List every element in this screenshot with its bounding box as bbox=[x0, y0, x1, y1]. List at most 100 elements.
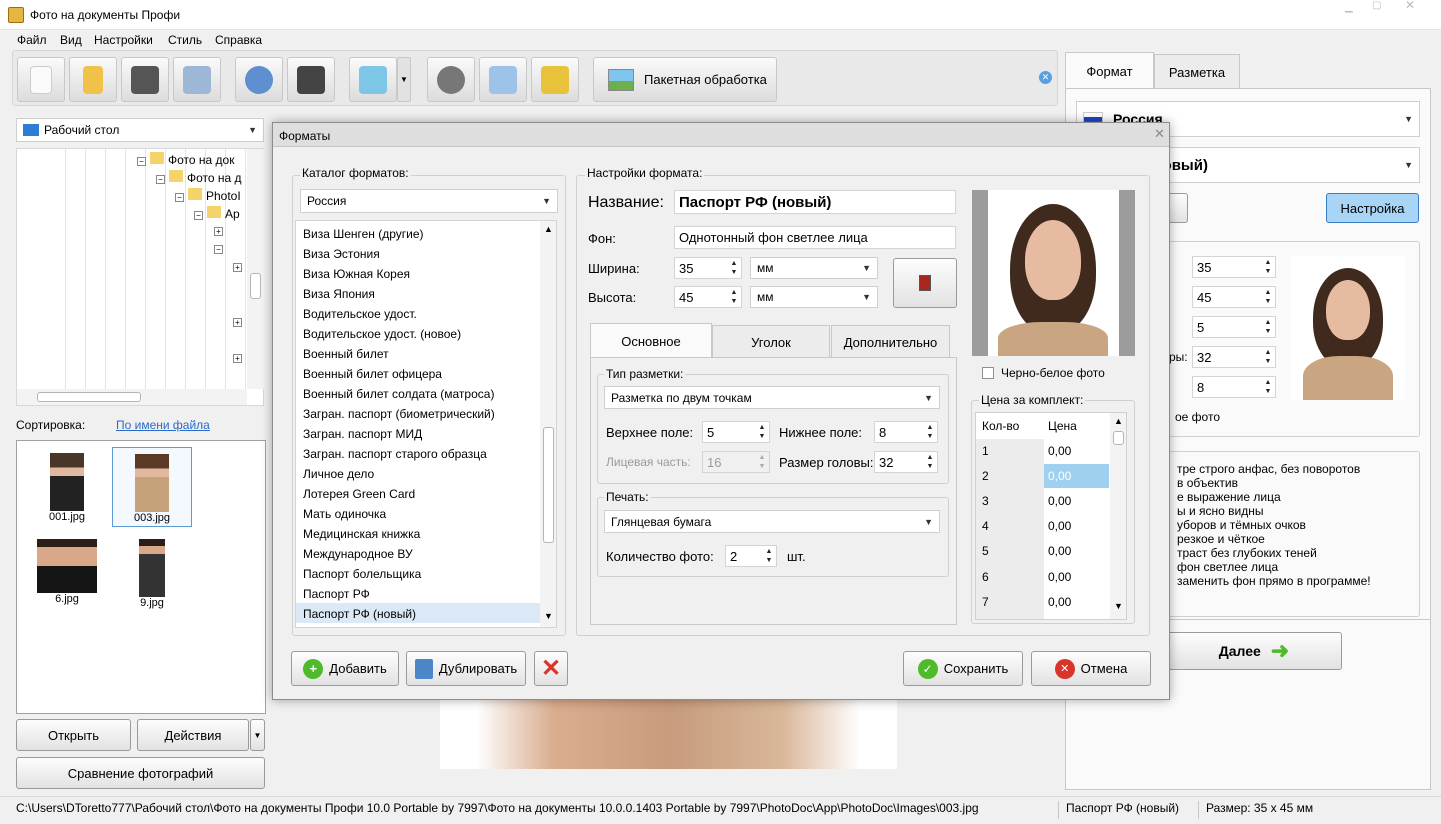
spinner-icon[interactable]: ▲ ▼ bbox=[764, 547, 774, 565]
scroll-thumb[interactable] bbox=[37, 392, 141, 402]
list-item[interactable]: Личное дело bbox=[303, 467, 374, 481]
open-file-button[interactable]: Открыть bbox=[16, 719, 131, 751]
tab-corner[interactable]: Уголок bbox=[712, 325, 830, 358]
spinner-icon[interactable]: ▲ ▼ bbox=[1263, 378, 1273, 396]
markup-type-select[interactable]: Разметка по двум точкам ▼ bbox=[604, 386, 940, 409]
list-item[interactable]: Паспорт болельщика bbox=[303, 567, 421, 581]
list-item[interactable]: Водительское удост. bbox=[303, 307, 417, 321]
compare-photos-button[interactable]: Сравнение фотографий bbox=[16, 757, 265, 789]
tree-vertical-scrollbar[interactable] bbox=[247, 149, 264, 389]
dialog-close-icon[interactable]: ✕ bbox=[1154, 126, 1165, 142]
background-field[interactable]: Однотонный фон светлее лица bbox=[674, 226, 956, 249]
list-item[interactable]: Загран. паспорт (биометрический) bbox=[303, 407, 495, 421]
batch-button[interactable]: Пакетная обработка bbox=[593, 57, 777, 102]
tree-horizontal-scrollbar[interactable] bbox=[17, 389, 247, 405]
file-item[interactable]: 9.jpg bbox=[112, 533, 192, 613]
catalog-country-select[interactable]: Россия ▼ bbox=[300, 189, 558, 213]
head-size-field[interactable]: 32 ▲ ▼ bbox=[874, 451, 938, 473]
tree-expander-icon[interactable]: + bbox=[233, 354, 242, 363]
width-field[interactable]: 35 ▲ ▼ bbox=[674, 257, 742, 279]
list-item[interactable]: Военный билет солдата (матроса) bbox=[303, 387, 494, 401]
scroll-up-icon[interactable]: ▲ bbox=[544, 224, 553, 234]
list-item[interactable]: Загран. паспорт старого образца bbox=[303, 447, 487, 461]
top-margin-field[interactable]: 5 ▲ ▼ bbox=[702, 421, 770, 443]
formats-list[interactable]: Виза Шенген (другие) Виза Эстония Виза Ю… bbox=[295, 220, 557, 628]
location-select[interactable]: Рабочий стол ▼ bbox=[16, 118, 264, 142]
spinner-icon[interactable]: ▲ ▼ bbox=[925, 423, 935, 441]
width-field[interactable]: 35 ▲ ▼ bbox=[1192, 256, 1276, 278]
person-button[interactable] bbox=[235, 57, 283, 102]
spinner-icon[interactable]: ▲ ▼ bbox=[1263, 258, 1273, 276]
tree-item[interactable]: − PhotoI bbox=[175, 188, 241, 203]
table-cell[interactable]: 0,00 bbox=[1048, 444, 1071, 458]
tree-item[interactable]: − Фото на док bbox=[137, 152, 234, 167]
film-button[interactable] bbox=[427, 57, 475, 102]
tab-format[interactable]: Формат bbox=[1065, 52, 1154, 89]
image-button[interactable] bbox=[349, 57, 397, 102]
tab-basic[interactable]: Основное bbox=[590, 323, 712, 358]
open-button[interactable] bbox=[69, 57, 117, 102]
sort-link[interactable]: По имени файла bbox=[116, 418, 210, 432]
menu-file[interactable]: Файл bbox=[17, 33, 47, 47]
table-cell[interactable]: 0,00 bbox=[1048, 570, 1071, 584]
list-item[interactable]: Виза Шенген (другие) bbox=[303, 227, 424, 241]
height-field[interactable]: 45 ▲ ▼ bbox=[674, 286, 742, 308]
toolbar-close-icon[interactable]: ✕ bbox=[1039, 71, 1052, 84]
width-unit-select[interactable]: мм ▼ bbox=[750, 257, 878, 279]
table-cell[interactable]: 0,00 bbox=[1048, 519, 1071, 533]
spinner-icon[interactable]: ▲ ▼ bbox=[757, 423, 767, 441]
list-item[interactable]: Виза Япония bbox=[303, 287, 375, 301]
price-scrollbar[interactable]: ▲ ▼ bbox=[1110, 413, 1126, 619]
close-icon[interactable]: ✕ bbox=[1405, 0, 1425, 12]
scroll-down-icon[interactable]: ▼ bbox=[1114, 601, 1123, 611]
list-item[interactable]: Военный билет офицера bbox=[303, 367, 442, 381]
table-cell[interactable]: 0,00 bbox=[1048, 469, 1071, 483]
height-unit-select[interactable]: мм ▼ bbox=[750, 286, 878, 308]
tree-item[interactable]: − Фото на д bbox=[156, 170, 242, 185]
list-item[interactable]: Медицинская книжка bbox=[303, 527, 420, 541]
cancel-button[interactable]: ✕ Отмена bbox=[1031, 651, 1151, 686]
tree-expander-icon[interactable]: + bbox=[233, 318, 242, 327]
actions-dropdown[interactable]: ▼ bbox=[250, 719, 265, 751]
tab-markup[interactable]: Разметка bbox=[1154, 54, 1240, 89]
spinner-icon[interactable]: ▲ ▼ bbox=[729, 288, 739, 306]
menu-help[interactable]: Справка bbox=[215, 33, 262, 47]
menu-settings[interactable]: Настройки bbox=[94, 33, 153, 47]
next-button[interactable]: Далее ➜ bbox=[1166, 632, 1342, 670]
head-size-field[interactable]: 32 ▲ ▼ bbox=[1192, 346, 1276, 368]
name-field[interactable]: Паспорт РФ (новый) bbox=[674, 190, 956, 214]
list-item[interactable]: Загран. паспорт МИД bbox=[303, 427, 422, 441]
cart-button[interactable] bbox=[531, 57, 579, 102]
list-item[interactable]: Международное ВУ bbox=[303, 547, 413, 561]
file-item[interactable]: 6.jpg bbox=[27, 533, 107, 613]
photo-count-field[interactable]: 2 ▲ ▼ bbox=[725, 545, 777, 567]
price-table[interactable]: Кол-во Цена 1 0,00 2 0,00 3 0,00 4 0,00 … bbox=[975, 412, 1127, 620]
tab-additional[interactable]: Дополнительно bbox=[831, 325, 950, 358]
actions-button[interactable]: Действия bbox=[137, 719, 249, 751]
delete-button[interactable]: ✕ bbox=[534, 651, 568, 686]
minimize-icon[interactable]: ▁ bbox=[1345, 2, 1365, 13]
file-item[interactable]: 001.jpg bbox=[27, 447, 107, 527]
save-format-button[interactable]: ✓ Сохранить bbox=[903, 651, 1023, 686]
scroll-thumb[interactable] bbox=[543, 427, 554, 543]
list-item[interactable]: Виза Эстония bbox=[303, 247, 380, 261]
spinner-icon[interactable]: ▲ ▼ bbox=[1263, 288, 1273, 306]
template-button[interactable] bbox=[893, 258, 957, 308]
top-margin-field[interactable]: 5 ▲ ▼ bbox=[1192, 316, 1276, 338]
height-field[interactable]: 45 ▲ ▼ bbox=[1192, 286, 1276, 308]
table-cell[interactable]: 0,00 bbox=[1048, 595, 1071, 609]
menu-style[interactable]: Стиль bbox=[168, 33, 202, 47]
list-item[interactable]: Военный билет bbox=[303, 347, 389, 361]
list-scrollbar[interactable]: ▲ ▼ bbox=[540, 221, 556, 627]
list-item[interactable]: Водительское удост. (новое) bbox=[303, 327, 461, 341]
image-dropdown[interactable]: ▼ bbox=[397, 57, 411, 102]
list-item[interactable]: Паспорт РФ bbox=[303, 587, 370, 601]
folder-tree[interactable]: − Фото на док − Фото на д − PhotoI − Ap + − … bbox=[16, 148, 264, 406]
scroll-up-icon[interactable]: ▲ bbox=[1114, 416, 1123, 426]
spinner-icon[interactable]: ▲ ▼ bbox=[729, 259, 739, 277]
camera-button[interactable] bbox=[287, 57, 335, 102]
add-format-button[interactable]: + Добавить bbox=[291, 651, 399, 686]
menu-view[interactable]: Вид bbox=[60, 33, 82, 47]
maximize-icon[interactable]: ▢ bbox=[1372, 0, 1392, 12]
settings-button[interactable]: Настройка bbox=[1326, 193, 1419, 223]
